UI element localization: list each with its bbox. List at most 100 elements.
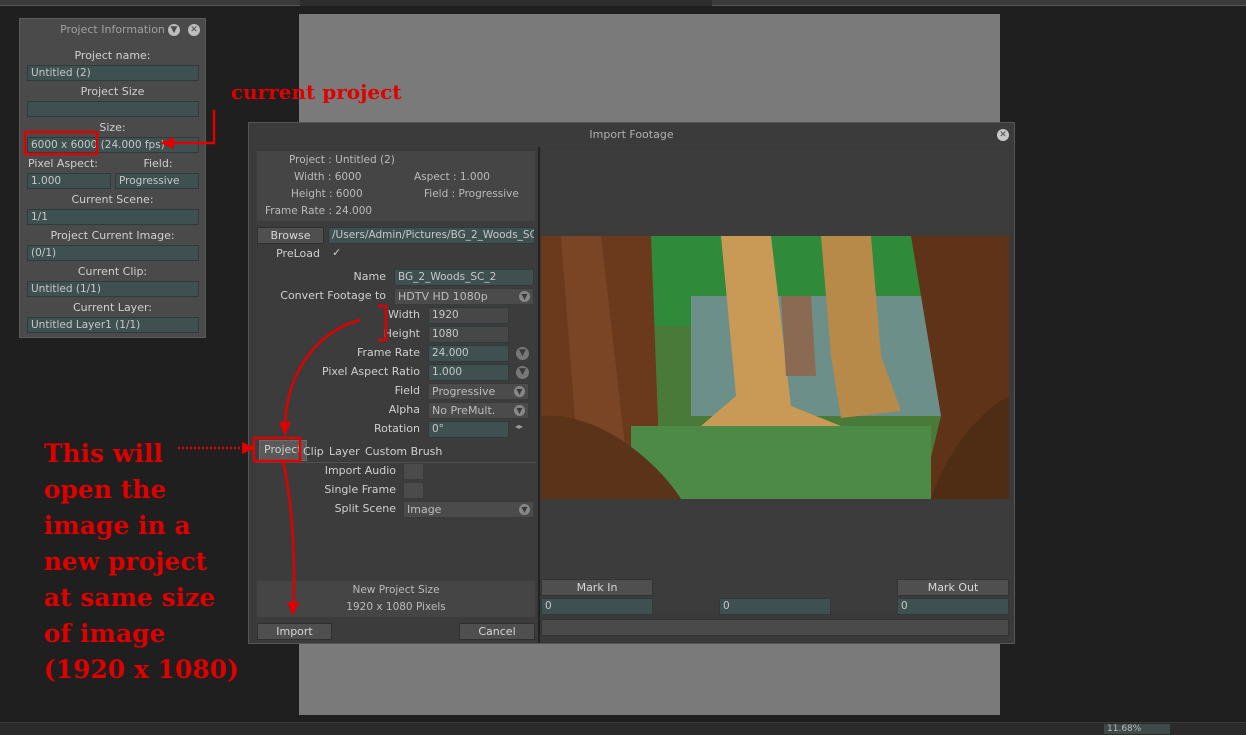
field-value: Progressive: [432, 385, 496, 398]
rotation-field[interactable]: 0°: [428, 421, 509, 438]
current-clip-field[interactable]: Untitled (1/1): [27, 281, 199, 297]
info-aspect: Aspect : 1.000: [414, 171, 490, 183]
footage-thumbnail: [541, 236, 1009, 499]
field-label: Field:: [143, 157, 173, 170]
height-field[interactable]: 1080: [428, 326, 509, 343]
rotation-label: Rotation: [373, 422, 420, 435]
close-icon[interactable]: ✕: [188, 24, 200, 36]
info-height: Height : 6000: [291, 188, 363, 200]
import-audio-checkbox[interactable]: [403, 463, 424, 480]
chevron-down-icon: ▼: [519, 291, 530, 302]
field-dropdown[interactable]: Progressive ▼: [428, 383, 529, 400]
preload-checkbox[interactable]: ✓: [332, 246, 344, 259]
alpha-label: Alpha: [388, 403, 420, 416]
chevron-down-icon[interactable]: ▼: [516, 347, 529, 360]
import-button[interactable]: Import: [257, 623, 332, 640]
dialog-title: Import Footage: [249, 123, 1014, 147]
field-mode-field[interactable]: Progressive: [115, 173, 199, 189]
chevron-down-icon[interactable]: ▼: [168, 24, 180, 36]
project-name-field[interactable]: Untitled (2): [27, 65, 199, 81]
current-layer-field[interactable]: Untitled Layer1 (1/1): [27, 317, 199, 333]
tab-custom-brush[interactable]: Custom Brush: [365, 443, 442, 461]
convert-footage-value: HDTV HD 1080p: [398, 290, 488, 303]
pixel-aspect-label: Pixel Aspect:: [27, 157, 98, 170]
info-frame-rate: Frame Rate : 24.000: [265, 205, 373, 217]
current-scene-field[interactable]: 1/1: [27, 209, 199, 225]
status-bar: 11.68%: [0, 722, 1246, 735]
import-footage-dialog: Import Footage ✕ Project : Untitled (2) …: [248, 122, 1015, 644]
current-clip-label: Current Clip:: [77, 265, 148, 278]
annotation-line: new project: [44, 547, 208, 576]
tab-layer[interactable]: Layer: [329, 443, 360, 461]
single-frame-checkbox[interactable]: [403, 482, 424, 499]
pixel-aspect-field[interactable]: 1.000: [27, 173, 111, 189]
size-label: Size:: [99, 121, 126, 134]
chevron-down-icon[interactable]: ▼: [516, 366, 529, 379]
annotation-line: image in a: [44, 511, 191, 540]
tab-project[interactable]: Project: [259, 440, 307, 461]
convert-footage-label: Convert Footage to: [280, 289, 386, 302]
mark-in-field[interactable]: 0: [541, 598, 653, 615]
pane-divider: [538, 147, 540, 643]
current-image-field[interactable]: (0/1): [27, 245, 199, 261]
chevron-down-icon: ▼: [514, 405, 525, 416]
project-name-label: Project name:: [74, 49, 151, 62]
alpha-dropdown[interactable]: No PreMult. ▼: [428, 402, 529, 419]
current-layer-label: Current Layer:: [73, 301, 152, 314]
file-path-field[interactable]: /Users/Admin/Pictures/BG_2_Woods_SC: [328, 227, 535, 244]
single-frame-label: Single Frame: [324, 483, 396, 496]
zoom-level[interactable]: 11.68%: [1104, 724, 1170, 734]
new-project-size-box: New Project Size 1920 x 1080 Pixels: [257, 581, 535, 617]
project-size-field[interactable]: [27, 101, 199, 117]
project-information-panel: Project Information ▼ ✕ Project name: Un…: [19, 18, 206, 338]
frame-rate-label: Frame Rate: [357, 346, 420, 359]
annotation-current-project: current project: [231, 80, 402, 104]
mark-out-field[interactable]: 0: [897, 598, 1009, 615]
current-scene-label: Current Scene:: [71, 193, 154, 206]
annotation-line: This will: [44, 439, 164, 468]
footage-preview-pane: Mark In Mark Out 0 0 0: [541, 151, 1009, 636]
spinner-arrows-icon[interactable]: ◂▸: [515, 422, 529, 431]
project-size-label: Project Size: [80, 85, 145, 98]
convert-footage-dropdown[interactable]: HDTV HD 1080p ▼: [394, 288, 534, 305]
new-project-size-title: New Project Size: [352, 584, 440, 596]
cancel-button[interactable]: Cancel: [459, 623, 535, 640]
current-image-label: Project Current Image:: [50, 229, 175, 242]
annotation-note: This will open the image in a new projec…: [44, 436, 239, 688]
chevron-down-icon: ▼: [519, 504, 530, 515]
info-field: Field : Progressive: [424, 188, 519, 200]
new-project-size-value: 1920 x 1080 Pixels: [346, 601, 446, 613]
pixel-aspect-ratio-field[interactable]: 1.000: [428, 364, 509, 381]
pixel-aspect-ratio-label: Pixel Aspect Ratio: [321, 365, 420, 378]
height-label: Height: [383, 327, 420, 340]
browse-button[interactable]: Browse: [257, 227, 324, 244]
toolbar-segment: [712, 0, 1246, 6]
info-width: Width : 6000: [294, 171, 362, 183]
name-label: Name: [353, 270, 386, 283]
frame-rate-field[interactable]: 24.000: [428, 345, 509, 362]
name-field[interactable]: BG_2_Woods_SC_2: [394, 269, 534, 286]
chevron-down-icon: ▼: [514, 386, 525, 397]
split-scene-dropdown[interactable]: Image ▼: [403, 501, 534, 518]
alpha-value: No PreMult.: [432, 404, 496, 417]
project-info-summary: Project : Untitled (2) Width : 6000 Aspe…: [257, 151, 535, 221]
import-settings-pane: Project : Untitled (2) Width : 6000 Aspe…: [256, 151, 536, 641]
annotation-line: at same size: [44, 583, 216, 612]
current-frame-field[interactable]: 0: [719, 598, 831, 615]
tab-clip[interactable]: Clip: [303, 443, 324, 461]
timeline-scrubber[interactable]: [541, 619, 1009, 636]
width-field[interactable]: 1920: [428, 307, 509, 324]
annotation-line: open the: [44, 475, 167, 504]
mark-out-button[interactable]: Mark Out: [897, 579, 1009, 596]
info-project: Project : Untitled (2): [289, 154, 395, 166]
size-field[interactable]: 6000 x 6000 (24.000 fps): [27, 137, 199, 153]
split-scene-value: Image: [407, 503, 442, 516]
close-icon[interactable]: ✕: [997, 129, 1009, 141]
tab-bar: Project Clip Layer Custom Brush: [256, 440, 536, 463]
width-label: Width: [388, 308, 420, 321]
annotation-line: of image: [44, 619, 166, 648]
toolbar-segment: [0, 0, 300, 6]
field-label: Field: [394, 384, 420, 397]
mark-in-button[interactable]: Mark In: [541, 579, 653, 596]
import-audio-label: Import Audio: [324, 464, 396, 477]
